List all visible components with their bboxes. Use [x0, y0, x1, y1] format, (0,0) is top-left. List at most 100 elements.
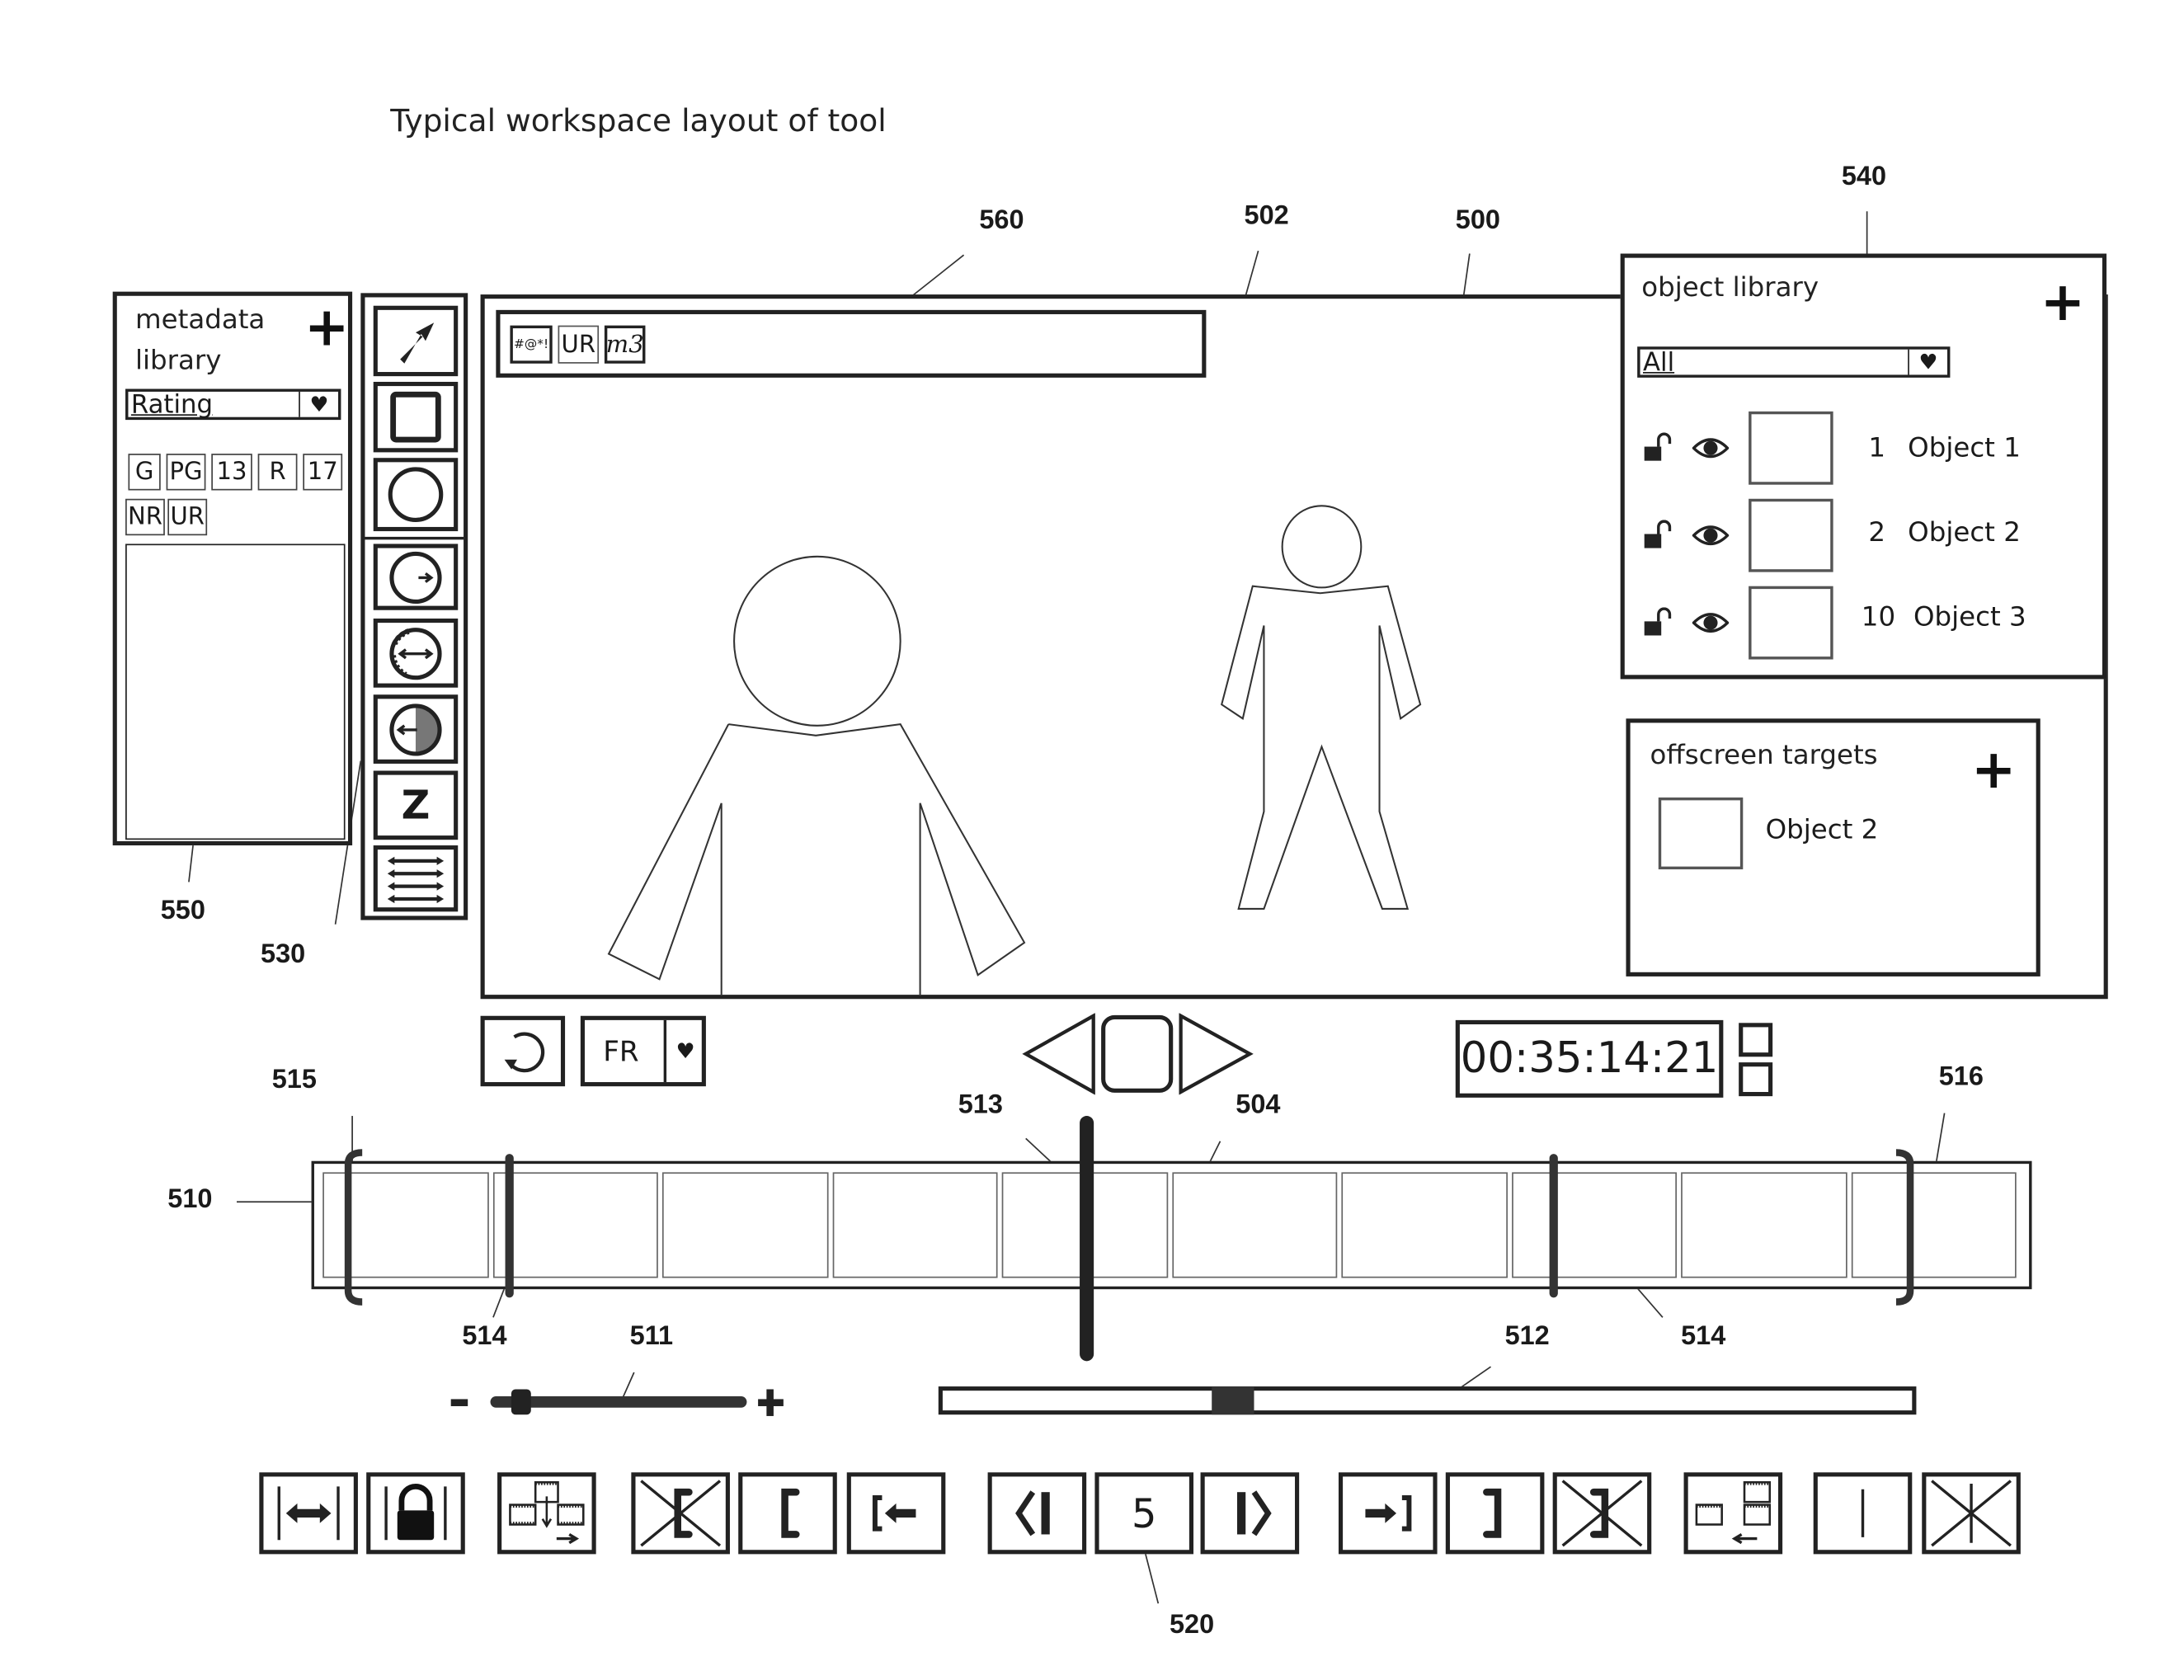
play-forward-button[interactable]	[1179, 1013, 1254, 1095]
object-row[interactable]: 2 Object 2	[1625, 495, 2090, 580]
append-clip-button[interactable]	[1683, 1472, 1783, 1555]
offscreen-targets-panel: offscreen targets + Object 2	[1626, 718, 2040, 976]
zoom-out-icon[interactable]	[450, 1399, 468, 1406]
prev-frame-button[interactable]	[987, 1472, 1087, 1555]
eye-icon[interactable]	[1692, 435, 1730, 467]
clear-out-icon	[1561, 1480, 1643, 1547]
lock-range-button[interactable]	[366, 1472, 465, 1555]
object-name[interactable]: Object 2	[1908, 517, 2021, 548]
tag-chip[interactable]: 13	[211, 454, 252, 491]
chevron-down-icon: ♥	[663, 1019, 705, 1083]
loop-button[interactable]	[480, 1015, 566, 1087]
clear-in-button[interactable]	[631, 1472, 730, 1555]
object-number: 2	[1868, 516, 1885, 548]
fit-width-button[interactable]	[259, 1472, 358, 1555]
tag-chip[interactable]: 17	[303, 454, 343, 491]
clear-marker-icon	[1931, 1480, 2012, 1547]
offscreen-target-name[interactable]: Object 2	[1766, 814, 1879, 845]
keyframe-marker[interactable]	[1549, 1154, 1558, 1298]
object-number: 10	[1861, 601, 1896, 633]
timecode-display: 00:35:14:21	[1455, 1019, 1724, 1098]
zoom-in-icon[interactable]	[758, 1389, 784, 1416]
zoom-slider[interactable]	[448, 1384, 786, 1420]
stop-button[interactable]	[1101, 1014, 1174, 1093]
frame-step-field[interactable]: 5	[1094, 1472, 1194, 1555]
go-to-in-icon	[872, 1495, 916, 1532]
timecode-mode-up-button[interactable]	[1739, 1023, 1773, 1057]
tool-palette: Z	[360, 293, 468, 920]
object-row[interactable]: 1 Object 1	[1625, 410, 2090, 495]
object-name[interactable]: Object 1	[1908, 432, 2021, 464]
eye-icon[interactable]	[1692, 523, 1730, 554]
metadata-category-dropdown[interactable]: Rating ♥	[125, 388, 341, 421]
ellipse-tool[interactable]	[373, 458, 459, 532]
clear-out-button[interactable]	[1552, 1472, 1652, 1555]
fit-width-icon	[277, 1486, 340, 1541]
arrow-icon	[400, 322, 435, 364]
set-in-button[interactable]	[738, 1472, 837, 1555]
tag-chip[interactable]: G	[128, 454, 161, 491]
distribute-tool[interactable]	[373, 845, 459, 912]
clear-marker-button[interactable]	[1922, 1472, 2021, 1555]
playback-mode-dropdown[interactable]: FR ♥	[580, 1015, 706, 1087]
metadata-library-title-line1: metadata	[135, 304, 266, 336]
unlock-icon[interactable]	[1641, 432, 1673, 468]
timeline-scrollbar[interactable]	[938, 1386, 1917, 1415]
add-marker-button[interactable]	[1813, 1472, 1913, 1555]
object-row[interactable]: 10 Object 3	[1625, 582, 2090, 667]
object-filter-dropdown[interactable]: All ♥	[1637, 346, 1951, 378]
next-frame-icon	[1236, 1490, 1272, 1536]
set-out-button[interactable]	[1445, 1472, 1545, 1555]
transport-controls	[1022, 1013, 1254, 1095]
object-library-title: object library	[1641, 271, 1819, 304]
ref-502: 502	[1244, 201, 1289, 232]
add-metadata-button[interactable]: +	[304, 300, 349, 354]
circle-icon	[388, 467, 444, 522]
timecode-mode-down-button[interactable]	[1739, 1062, 1773, 1097]
tag-chip[interactable]: UR	[167, 498, 208, 536]
add-object-button[interactable]: +	[2040, 275, 2085, 328]
split-tool[interactable]	[373, 694, 459, 764]
in-bracket-icon	[781, 1488, 800, 1538]
scrollbar-thumb[interactable]	[1211, 1386, 1254, 1415]
tag-chip[interactable]: R	[257, 454, 298, 491]
tag-chip[interactable]: NR	[125, 498, 165, 536]
keyframe-marker[interactable]	[505, 1154, 514, 1298]
workspace-figure: Typical workspace layout of tool 560 502…	[0, 0, 2184, 1679]
rectangle-tool[interactable]	[373, 381, 459, 453]
zoom-slider-thumb[interactable]	[511, 1389, 531, 1415]
padlock-icon	[384, 1483, 447, 1541]
add-offscreen-target-button[interactable]: +	[1971, 742, 2016, 796]
scale-tool[interactable]	[373, 618, 459, 688]
out-point-bracket[interactable]	[1895, 1149, 1914, 1306]
go-to-out-button[interactable]	[1338, 1472, 1438, 1555]
next-frame-button[interactable]	[1200, 1472, 1300, 1555]
select-tool[interactable]	[373, 305, 459, 377]
chevron-down-icon: ♥	[299, 391, 338, 417]
go-to-in-button[interactable]	[846, 1472, 946, 1555]
eye-icon[interactable]	[1692, 610, 1730, 642]
object-number: 1	[1868, 432, 1885, 464]
plus-icon: +	[2040, 271, 2086, 333]
object-thumbnail	[1749, 411, 1833, 485]
insert-clip-icon	[509, 1480, 585, 1545]
object-name[interactable]: Object 3	[1913, 601, 2026, 633]
move-tool[interactable]	[373, 544, 459, 610]
ref-560: 560	[979, 205, 1024, 236]
z-order-tool[interactable]: Z	[373, 770, 459, 840]
out-bracket-icon	[1483, 1488, 1502, 1538]
leader-520	[1145, 1554, 1160, 1604]
person-1-body	[607, 723, 1026, 995]
metadata-library-panel: metadata library + Rating ♥ G PG 13 R 17…	[112, 291, 353, 846]
ref-550: 550	[160, 896, 205, 926]
unlock-icon[interactable]	[1641, 607, 1673, 643]
unlock-icon[interactable]	[1641, 520, 1673, 556]
play-backward-button[interactable]	[1022, 1013, 1095, 1095]
metadata-list-area[interactable]	[125, 544, 346, 840]
tool-separator	[365, 536, 464, 540]
playhead[interactable]	[1080, 1116, 1094, 1362]
insert-clip-button[interactable]	[497, 1472, 596, 1555]
in-point-bracket[interactable]	[344, 1149, 363, 1306]
tag-chip[interactable]: PG	[166, 454, 206, 491]
half-circle-arrow-icon	[389, 703, 442, 755]
